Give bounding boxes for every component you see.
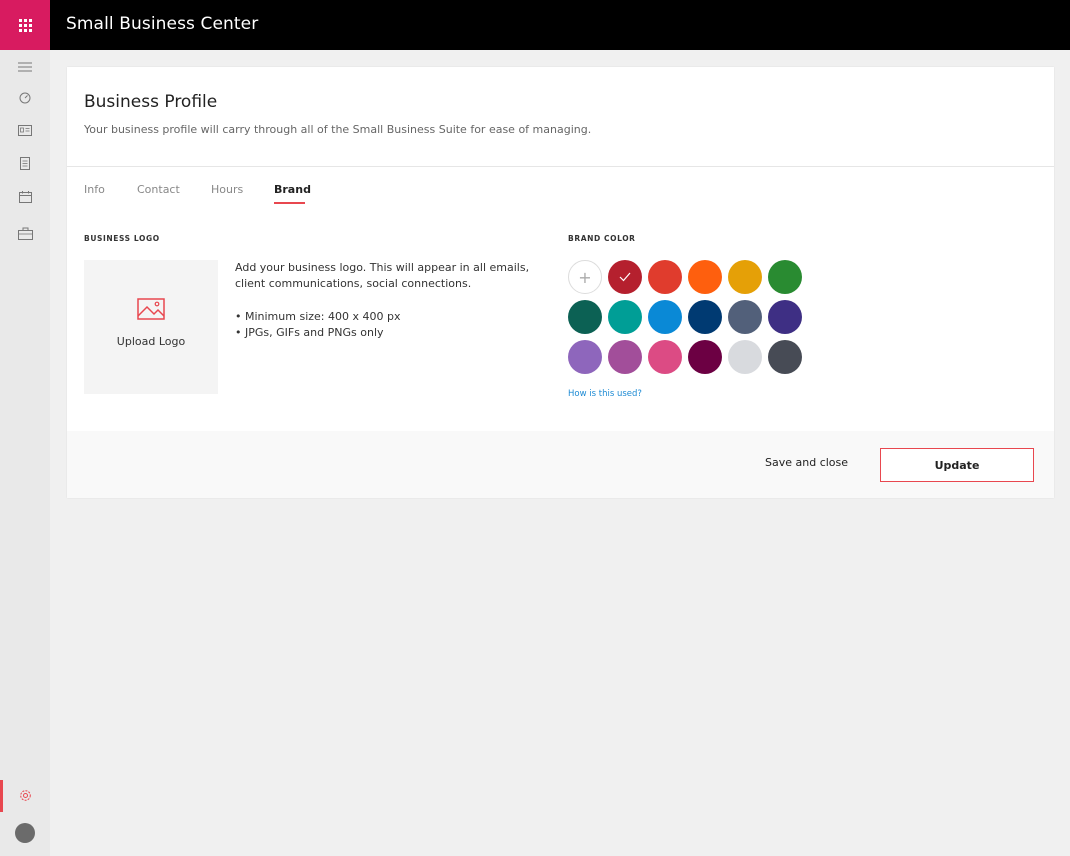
logo-requirements: • Minimum size: 400 x 400 px • JPGs, GIF… [235, 309, 400, 341]
business-logo-label: BUSINESS LOGO [84, 234, 160, 243]
color-swatch[interactable] [648, 260, 682, 294]
calendar-icon [18, 191, 32, 203]
check-icon [619, 272, 631, 282]
logo-description: Add your business logo. This will appear… [235, 261, 530, 290]
brand-color-label: BRAND COLOR [568, 234, 636, 243]
color-swatch[interactable] [568, 340, 602, 374]
save-and-close-button[interactable]: Save and close [765, 456, 848, 469]
rail-item-dashboard[interactable] [0, 81, 50, 115]
rail-item-settings[interactable] [0, 778, 50, 812]
tab-brand[interactable]: Brand [274, 183, 311, 196]
update-button[interactable]: Update [880, 448, 1034, 482]
card-footer: Save and close Update [67, 431, 1054, 498]
tab-contact[interactable]: Contact [137, 183, 180, 196]
upload-logo-button[interactable]: Upload Logo [84, 260, 218, 394]
hamburger-icon [18, 62, 32, 72]
briefcase-icon [17, 227, 33, 240]
color-swatch[interactable] [728, 340, 762, 374]
contact-card-icon [18, 124, 32, 136]
top-bar: Small Business Center [0, 0, 1070, 50]
requirement-size: • Minimum size: 400 x 400 px [235, 310, 401, 323]
color-swatch[interactable] [568, 300, 602, 334]
business-profile-card: Business Profile Your business profile w… [67, 67, 1054, 498]
color-swatch[interactable] [768, 300, 802, 334]
page-subtitle: Your business profile will carry through… [84, 123, 592, 136]
color-swatch[interactable] [688, 300, 722, 334]
settings-icon [19, 789, 31, 801]
color-swatch[interactable] [688, 260, 722, 294]
card-header: Business Profile Your business profile w… [67, 67, 1054, 167]
dashboard-icon [19, 92, 31, 104]
upload-logo-label: Upload Logo [116, 335, 186, 348]
color-swatch[interactable] [608, 340, 642, 374]
color-swatch[interactable] [608, 300, 642, 334]
color-swatch[interactable] [768, 340, 802, 374]
requirement-formats: • JPGs, GIFs and PNGs only [235, 326, 384, 339]
active-tab-underline [274, 202, 305, 204]
rail-item-briefcase[interactable] [0, 216, 50, 250]
color-swatch[interactable] [648, 300, 682, 334]
rail-item-calendar[interactable] [0, 180, 50, 214]
app-title: Small Business Center [66, 14, 259, 34]
color-swatch[interactable] [688, 340, 722, 374]
app-launcher-button[interactable] [0, 0, 50, 50]
document-icon [20, 156, 30, 170]
tab-info[interactable]: Info [84, 183, 105, 196]
avatar[interactable] [15, 823, 35, 843]
menu-button[interactable] [0, 50, 50, 84]
how-is-this-used-link[interactable]: How is this used? [568, 389, 642, 399]
color-swatch[interactable] [768, 260, 802, 294]
image-icon [137, 298, 165, 320]
color-swatch[interactable] [648, 340, 682, 374]
rail-item-contacts[interactable] [0, 113, 50, 147]
left-rail [0, 50, 50, 856]
waffle-icon [18, 18, 32, 32]
color-swatch[interactable] [608, 260, 642, 294]
tab-hours[interactable]: Hours [211, 183, 243, 196]
color-swatch[interactable] [728, 300, 762, 334]
add-color-button[interactable]: + [568, 260, 602, 294]
color-swatch[interactable] [728, 260, 762, 294]
page-title: Business Profile [84, 92, 218, 112]
rail-item-documents[interactable] [0, 146, 50, 180]
